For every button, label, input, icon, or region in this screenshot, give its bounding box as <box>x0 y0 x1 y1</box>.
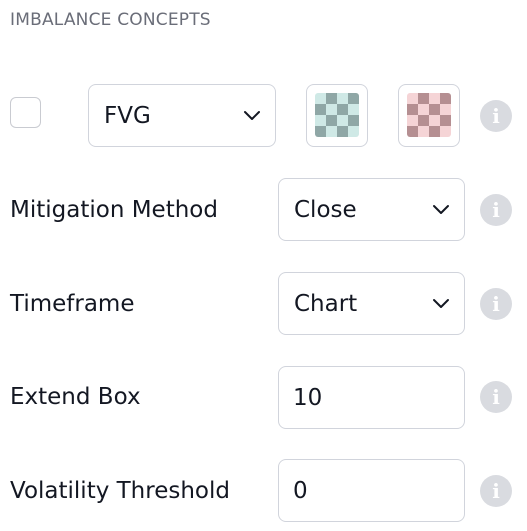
mitigation-method-select[interactable]: Close <box>278 178 465 241</box>
volatility-threshold-input-value: 0 <box>293 477 308 504</box>
info-icon[interactable]: i <box>480 475 512 507</box>
checker-swatch-red-icon <box>407 93 451 137</box>
chevron-down-icon <box>433 298 449 308</box>
bearish-color-swatch[interactable] <box>398 84 460 147</box>
extend-box-input[interactable]: 10 <box>278 366 465 429</box>
timeframe-label: Timeframe <box>10 291 135 317</box>
timeframe-select-value: Chart <box>294 290 358 317</box>
chevron-down-icon <box>244 110 260 120</box>
extend-box-label: Extend Box <box>10 384 141 410</box>
fvg-type-select[interactable]: FVG <box>88 84 276 147</box>
chevron-down-icon <box>433 204 449 214</box>
extend-box-input-value: 10 <box>293 384 323 411</box>
section-title: IMBALANCE CONCEPTS <box>10 10 211 30</box>
bullish-color-swatch[interactable] <box>306 84 368 147</box>
mitigation-method-select-value: Close <box>294 196 357 223</box>
info-icon[interactable]: i <box>480 381 512 413</box>
checker-swatch-teal-icon <box>315 93 359 137</box>
fvg-enable-checkbox[interactable] <box>10 97 41 128</box>
info-icon[interactable]: i <box>480 288 512 320</box>
info-icon[interactable]: i <box>480 194 512 226</box>
fvg-type-select-value: FVG <box>104 102 151 129</box>
info-icon[interactable]: i <box>480 100 512 132</box>
volatility-threshold-label: Volatility Threshold <box>10 478 230 504</box>
volatility-threshold-input[interactable]: 0 <box>278 459 465 522</box>
mitigation-method-label: Mitigation Method <box>10 197 218 223</box>
timeframe-select[interactable]: Chart <box>278 272 465 335</box>
